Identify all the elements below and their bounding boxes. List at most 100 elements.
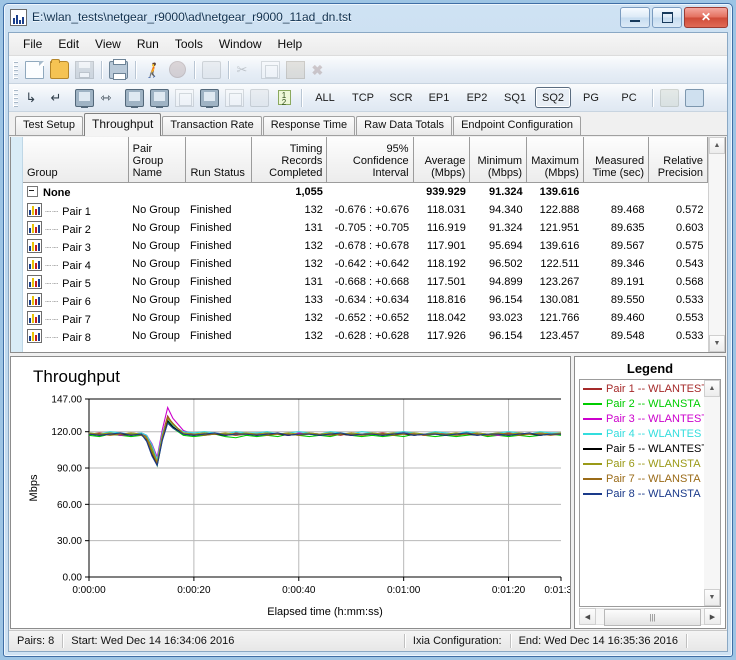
table-row[interactable]: ┈┈ Pair 5 No Group Finished 131 -0.668 :… [23, 273, 708, 291]
filter-scr-button[interactable]: SCR [383, 87, 419, 108]
report-button[interactable] [222, 86, 246, 109]
legend-item[interactable]: Pair 6 -- WLANSTA [580, 456, 704, 471]
tab-throughput[interactable]: Throughput [83, 113, 162, 136]
console-button[interactable] [72, 86, 96, 109]
close-button[interactable]: ✕ [684, 6, 728, 28]
numbering-button[interactable]: 12 [272, 86, 296, 109]
col-relative-precision[interactable]: Relative Precision [648, 137, 708, 183]
legend-item[interactable]: Pair 7 -- WLANSTA [580, 471, 704, 486]
grid-scroll-area[interactable]: Group Pair Group Name Run Status Timing … [23, 137, 708, 352]
col-average-mbps[interactable]: Average (Mbps) [413, 137, 471, 183]
menu-edit[interactable]: Edit [50, 34, 87, 54]
tab-raw-data-totals[interactable]: Raw Data Totals [356, 116, 453, 135]
legend-scroll-track[interactable] [704, 397, 720, 589]
row-chart-icon[interactable] [27, 238, 42, 253]
legend-vertical-scrollbar[interactable]: ▲ ▼ [704, 379, 721, 607]
legend-scroll-up-icon[interactable]: ▲ [704, 380, 720, 397]
row-chart-icon[interactable] [27, 328, 42, 343]
refresh-button[interactable] [199, 58, 223, 81]
stop-button[interactable] [165, 58, 189, 81]
filter-sq1-button[interactable]: SQ1 [497, 87, 533, 108]
row-chart-icon[interactable] [27, 274, 42, 289]
add-pair-button[interactable]: ↵ [47, 86, 71, 109]
export-button[interactable] [657, 86, 681, 109]
row-chart-icon[interactable] [27, 310, 42, 325]
menu-file[interactable]: File [15, 34, 50, 54]
table-row[interactable]: ┈┈ Pair 3 No Group Finished 132 -0.678 :… [23, 237, 708, 255]
row-chart-icon[interactable] [27, 202, 42, 217]
legend-hscroll-thumb[interactable]: ||| [604, 609, 701, 626]
paste-button[interactable] [283, 58, 307, 81]
table-row[interactable]: ┈┈ Pair 7 No Group Finished 132 -0.652 :… [23, 309, 708, 327]
legend-horizontal-scrollbar[interactable]: ◀ ||| ▶ [579, 608, 721, 626]
delete-button[interactable]: ✖ [308, 58, 332, 81]
legend-item[interactable]: Pair 8 -- WLANSTA [580, 486, 704, 501]
network-button[interactable]: ⇿ [97, 86, 121, 109]
row-chart-icon[interactable] [27, 220, 42, 235]
filter-pg-button[interactable]: PG [573, 87, 609, 108]
filter-ep2-button[interactable]: EP2 [459, 87, 495, 108]
col-timing-records-completed[interactable]: Timing Records Completed [251, 137, 328, 183]
menu-help[interactable]: Help [270, 34, 311, 54]
legend-hscroll-track[interactable]: ||| [596, 608, 704, 626]
col-group[interactable]: Group [23, 137, 129, 183]
table-row[interactable]: ┈┈ Pair 8 No Group Finished 132 -0.628 :… [23, 327, 708, 345]
col-minimum-mbps[interactable]: Minimum (Mbps) [469, 137, 528, 183]
col-confidence-interval[interactable]: 95% Confidence Interval [326, 137, 414, 183]
tab-transaction-rate[interactable]: Transaction Rate [162, 116, 262, 135]
col-run-status[interactable]: Run Status [185, 137, 252, 183]
col-measured-time[interactable]: Measured Time (sec) [583, 137, 650, 183]
endpoint2-button[interactable] [147, 86, 171, 109]
menu-view[interactable]: View [87, 34, 129, 54]
save-button[interactable] [72, 58, 96, 81]
chart-button[interactable] [247, 86, 271, 109]
col-pair-group-name[interactable]: Pair Group Name [128, 137, 187, 183]
legend-scroll-right-icon[interactable]: ▶ [704, 608, 721, 625]
scroll-track[interactable] [709, 154, 725, 335]
row-chart-icon[interactable] [27, 292, 42, 307]
table-row[interactable]: ┈┈ Pair 1 No Group Finished 132 -0.676 :… [23, 201, 708, 219]
menu-run[interactable]: Run [129, 34, 167, 54]
legend-item[interactable]: Pair 5 -- WLANTEST [580, 441, 704, 456]
table-row[interactable]: ┈┈ Pair 4 No Group Finished 132 -0.642 :… [23, 255, 708, 273]
table-row[interactable]: ┈┈ Pair 6 No Group Finished 133 -0.634 :… [23, 291, 708, 309]
collapse-icon[interactable] [27, 185, 38, 197]
legend-item[interactable]: Pair 1 -- WLANTEST [580, 381, 704, 396]
tab-endpoint-configuration[interactable]: Endpoint Configuration [453, 116, 581, 135]
col-maximum-mbps[interactable]: Maximum (Mbps) [526, 137, 584, 183]
legend-item[interactable]: Pair 4 -- WLANTES [580, 426, 704, 441]
grid-vertical-scrollbar[interactable]: ▲ ▼ [708, 137, 725, 352]
toolbar-grip[interactable] [13, 60, 18, 79]
legend-list[interactable]: Pair 1 -- WLANTEST Pair 2 -- WLANSTA Pai… [579, 379, 704, 607]
throughput-chart-panel[interactable]: Throughput 0.00 30.00 60.00 90.00 120.00 147.… [10, 356, 571, 629]
open-report-button[interactable] [682, 86, 706, 109]
legend-item[interactable]: Pair 3 -- WLANTEST [580, 411, 704, 426]
scroll-down-icon[interactable]: ▼ [709, 335, 725, 352]
table-row[interactable]: ┈┈ Pair 2 No Group Finished 131 -0.705 :… [23, 219, 708, 237]
row-chart-icon[interactable] [27, 256, 42, 271]
filter-tcp-button[interactable]: TCP [345, 87, 381, 108]
menu-window[interactable]: Window [211, 34, 270, 54]
legend-scroll-down-icon[interactable]: ▼ [704, 589, 720, 606]
filter-all-button[interactable]: ALL [307, 87, 343, 108]
endpoint-pair-button[interactable]: ↳ [22, 86, 46, 109]
legend-scroll-left-icon[interactable]: ◀ [579, 608, 596, 625]
maximize-button[interactable] [652, 6, 682, 28]
scroll-up-icon[interactable]: ▲ [709, 137, 725, 154]
group-row[interactable]: None 1,055 939.929 91.324 139.616 [23, 183, 708, 202]
new-button[interactable] [22, 58, 46, 81]
toolbar-grip[interactable] [13, 88, 18, 107]
cut-button[interactable]: ✂ [233, 58, 257, 81]
minimize-button[interactable] [620, 6, 650, 28]
open-button[interactable] [47, 58, 71, 81]
tab-response-time[interactable]: Response Time [262, 116, 356, 135]
setup-button[interactable] [197, 86, 221, 109]
run-button[interactable]: 🚶 [140, 58, 164, 81]
filter-ep1-button[interactable]: EP1 [421, 87, 457, 108]
filter-pc-button[interactable]: PC [611, 87, 647, 108]
filter-sq2-button[interactable]: SQ2 [535, 87, 571, 108]
copy-button[interactable] [258, 58, 282, 81]
tab-test-setup[interactable]: Test Setup [15, 116, 83, 135]
endpoint1-button[interactable] [122, 86, 146, 109]
edit-script-button[interactable] [172, 86, 196, 109]
